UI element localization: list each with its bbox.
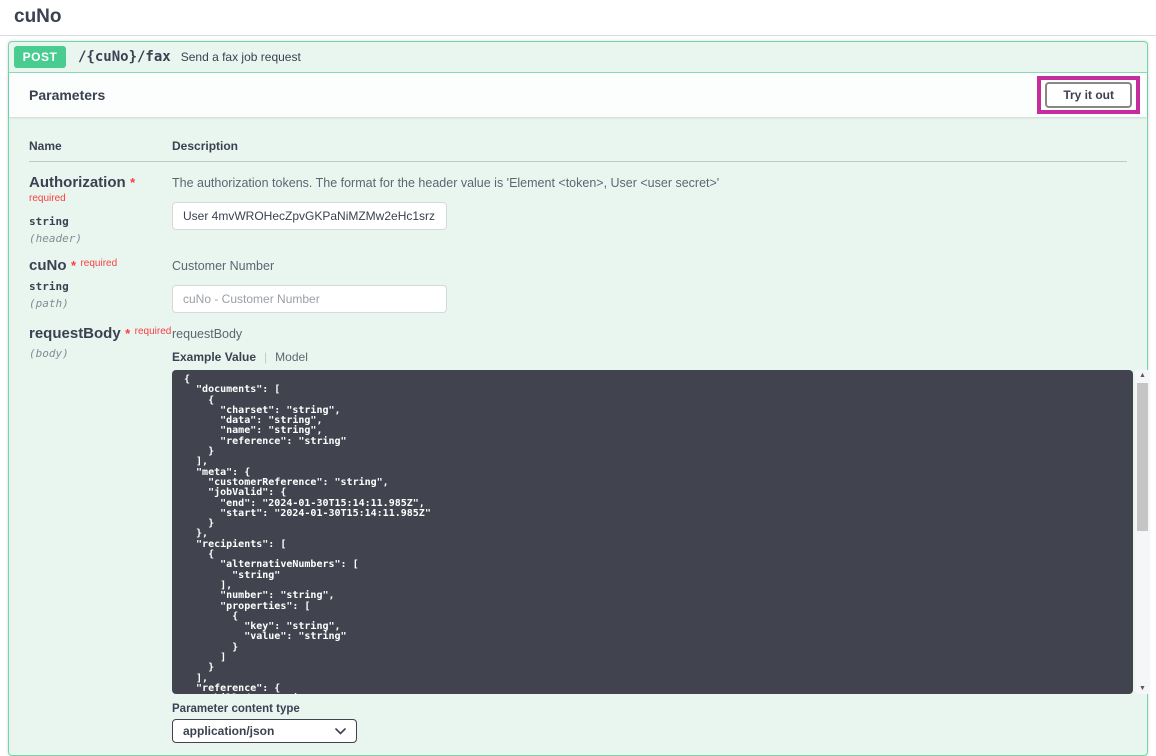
required-label: required — [80, 258, 117, 269]
required-asterisk: * — [130, 175, 135, 190]
parameters-section-header: Parameters Try it out — [9, 73, 1147, 117]
content-type-select[interactable]: application/json — [172, 719, 357, 743]
param-type: string — [29, 215, 172, 228]
method-badge: POST — [14, 46, 66, 68]
code-scrollbar[interactable]: ▲ ▼ — [1135, 370, 1150, 694]
example-value-panel: { "documents": [ { "charset": "string", … — [172, 370, 1150, 694]
tab-model[interactable]: Model — [275, 350, 308, 364]
scroll-up-icon[interactable]: ▲ — [1135, 370, 1150, 381]
code-block: { "documents": [ { "charset": "string", … — [172, 370, 1133, 694]
endpoint-summary: Send a fax job request — [181, 50, 301, 64]
description-column-header: Description — [172, 139, 1127, 153]
example-model-tabs: Example Value | Model — [172, 350, 1150, 364]
param-location: (header) — [29, 232, 172, 245]
required-label: required — [29, 193, 66, 204]
param-row-cuno: cuNo * required string (path) Customer N… — [29, 245, 1127, 313]
operation-summary-bar[interactable]: POST /{cuNo}/fax Send a fax job request — [9, 42, 1147, 73]
opblock-post-fax: POST /{cuNo}/fax Send a fax job request … — [8, 41, 1148, 756]
tab-separator: | — [264, 350, 267, 364]
content-type-value: application/json — [183, 724, 274, 738]
required-label: required — [135, 326, 172, 337]
param-name: Authorization — [29, 174, 126, 191]
content-type-block: Parameter content type application/json — [172, 703, 1150, 749]
request-body-example-code: { "documents": [ { "charset": "string", … — [184, 375, 1121, 694]
param-row-authorization: Authorization * required string (header)… — [29, 162, 1127, 245]
tag-header: cuNo — [0, 0, 1156, 36]
param-name: cuNo — [29, 257, 67, 274]
param-description: The authorization tokens. The format for… — [172, 174, 1127, 190]
required-asterisk: * — [71, 258, 76, 273]
content-type-label: Parameter content type — [172, 703, 1150, 715]
param-location: (body) — [29, 347, 172, 360]
tag-title[interactable]: cuNo — [14, 6, 62, 27]
table-column-headers: Name Description — [29, 125, 1127, 162]
authorization-input[interactable] — [172, 202, 447, 230]
param-type: string — [29, 280, 172, 293]
scroll-down-icon[interactable]: ▼ — [1135, 683, 1150, 694]
parameters-table: Name Description Authorization * require… — [9, 117, 1147, 755]
cuno-input[interactable] — [172, 285, 447, 313]
param-location: (path) — [29, 297, 172, 310]
param-description: requestBody — [172, 325, 1150, 341]
name-column-header: Name — [29, 139, 172, 153]
tryout-highlight-box: Try it out — [1037, 76, 1140, 114]
endpoint-path: /{cuNo}/fax — [78, 49, 171, 65]
parameters-title: Parameters — [29, 87, 105, 103]
tab-example-value[interactable]: Example Value — [172, 350, 256, 364]
try-it-out-button[interactable]: Try it out — [1045, 82, 1132, 108]
chevron-down-icon — [335, 728, 346, 735]
param-description: Customer Number — [172, 257, 1127, 273]
required-asterisk: * — [125, 326, 130, 341]
param-row-requestbody: requestBody * required (body) requestBod… — [29, 313, 1127, 749]
scrollbar-thumb[interactable] — [1137, 383, 1148, 531]
param-name: requestBody — [29, 325, 121, 342]
